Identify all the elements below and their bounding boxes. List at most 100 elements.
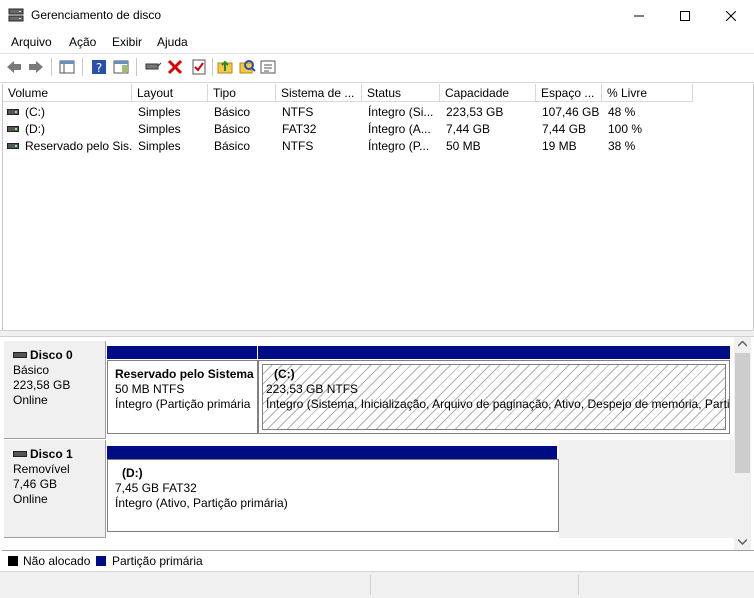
action-pane-icon[interactable] <box>112 58 130 76</box>
cell-tipo: Básico <box>214 122 251 136</box>
toolbar-separator <box>136 58 137 76</box>
disk-graphical-view: Disco 0 Básico 223,58 GB Online Reservad… <box>2 337 734 550</box>
svg-text:?: ? <box>96 61 102 75</box>
partition-d[interactable]: (D:) 7,45 GB FAT32 Íntegro (Ativo, Parti… <box>107 459 559 532</box>
legend-swatch-primary <box>96 556 106 566</box>
partition-status: Íntegro (Ativo, Partição primária) <box>115 496 288 510</box>
table-row[interactable]: Reservado pelo Sis... Simples Básico NTF… <box>3 138 753 155</box>
cell-tipo: Básico <box>214 139 251 153</box>
disk-0-name: Disco 0 <box>13 348 105 363</box>
partition-title: (D:) <box>122 466 143 480</box>
column-header-volume[interactable]: Volume <box>3 84 132 102</box>
maximize-icon <box>680 10 690 21</box>
minimize-button[interactable] <box>616 0 662 31</box>
back-arrow-icon[interactable] <box>5 58 23 76</box>
menu-acao[interactable]: Ação <box>69 35 96 49</box>
drive-icon <box>7 126 19 132</box>
cell-volume: (C:) <box>25 105 45 119</box>
cell-tipo: Básico <box>214 105 251 119</box>
legend-bar: Não alocado Partição primária <box>2 550 754 572</box>
partition-status: Íntegro (Sistema, Inicialização, Arquivo… <box>266 397 730 411</box>
drive-icon <box>7 109 19 115</box>
disk-0-type: Básico <box>13 363 50 377</box>
cell-volume: (D:) <box>25 122 45 136</box>
cell-sistema: NTFS <box>282 105 314 119</box>
partition-status: Íntegro (Partição primária <box>115 397 251 411</box>
menu-exibir[interactable]: Exibir <box>112 35 142 49</box>
disk-1-empty-area <box>559 440 734 538</box>
cell-volume: Reservado pelo Sis... <box>25 139 133 153</box>
table-row[interactable]: (C:) Simples Básico NTFS Íntegro (Si... … <box>3 104 753 121</box>
partition-bar <box>107 346 257 359</box>
toolbar-separator <box>212 58 213 76</box>
cell-espaco-livre: 7,44 GB <box>542 122 587 136</box>
disk-1-state: Online <box>13 492 48 506</box>
minimize-icon <box>634 15 644 16</box>
disk-0-state: Online <box>13 393 48 407</box>
menu-ajuda[interactable]: Ajuda <box>157 35 188 49</box>
column-header-tipo[interactable]: Tipo <box>208 84 276 102</box>
disk-1-type: Removível <box>13 462 70 476</box>
cell-capacidade: 7,44 GB <box>446 122 491 136</box>
cell-sistema: FAT32 <box>282 122 317 136</box>
legend-swatch-unallocated <box>8 556 18 566</box>
partition-size: 7,45 GB FAT32 <box>115 481 197 495</box>
scroll-up-icon[interactable] <box>738 341 747 347</box>
open-folder-icon[interactable] <box>216 58 234 76</box>
column-header-espaco-livre[interactable]: Espaço ... <box>536 84 602 102</box>
disk-1-size: 7,46 GB <box>13 477 58 491</box>
status-divider <box>578 575 579 595</box>
partition-title: (C:) <box>274 367 295 381</box>
forward-arrow-icon[interactable] <box>27 58 45 76</box>
cell-capacidade: 223,53 GB <box>446 105 504 119</box>
window-title: Gerenciamento de disco <box>31 8 162 22</box>
partition-size: 50 MB NTFS <box>115 382 185 396</box>
partition-c[interactable]: (C:) 223,53 GB NTFS Íntegro (Sistema, In… <box>258 360 730 434</box>
partition-title: Reservado pelo Sistema <box>115 367 254 381</box>
console-tree-icon[interactable] <box>58 58 76 76</box>
scroll-down-icon[interactable] <box>738 539 747 545</box>
close-button[interactable] <box>708 0 754 31</box>
menu-bar: Arquivo Ação Exibir Ajuda <box>0 31 754 53</box>
column-header-percent-livre[interactable]: % Livre <box>602 84 693 102</box>
cell-capacidade: 50 MB <box>446 139 481 153</box>
connect-drive-icon[interactable] <box>144 58 162 76</box>
column-header-layout[interactable]: Layout <box>132 84 208 102</box>
properties-icon[interactable] <box>190 58 208 76</box>
delete-icon[interactable] <box>166 58 184 76</box>
legend-label-unallocated: Não alocado <box>23 554 91 568</box>
settings-list-icon[interactable] <box>259 58 277 76</box>
help-icon[interactable]: ? <box>90 58 108 76</box>
column-header-capacidade[interactable]: Capacidade <box>440 84 536 102</box>
cell-percent-livre: 38 % <box>608 139 636 153</box>
column-header-sistema-de-arquivos[interactable]: Sistema de ... <box>276 84 362 102</box>
menu-arquivo[interactable]: Arquivo <box>11 35 52 49</box>
maximize-button[interactable] <box>662 0 708 31</box>
disk-1-label[interactable]: Disco 1 Removível 7,46 GB Online <box>4 440 106 538</box>
disk-management-app-icon <box>8 8 24 22</box>
pane-splitter[interactable] <box>0 330 754 337</box>
explore-icon[interactable] <box>238 58 256 76</box>
scrollbar-thumb[interactable] <box>735 353 750 473</box>
partition-bar <box>258 346 730 359</box>
disk-0-label[interactable]: Disco 0 Básico 223,58 GB Online <box>4 341 106 439</box>
cell-status: Íntegro (Si... <box>368 105 434 119</box>
partition-bar <box>107 446 557 459</box>
cell-espaco-livre: 19 MB <box>542 139 577 153</box>
toolbar: ? <box>0 53 754 83</box>
column-header-status[interactable]: Status <box>362 84 440 102</box>
cell-layout: Simples <box>138 105 181 119</box>
cell-status: Íntegro (P... <box>368 139 430 153</box>
cell-percent-livre: 48 % <box>608 105 636 119</box>
toolbar-separator <box>51 58 52 76</box>
drive-icon <box>7 143 19 149</box>
partition-size: 223,53 GB NTFS <box>266 382 359 396</box>
vertical-scrollbar[interactable] <box>734 337 751 550</box>
volume-list: Volume Layout Tipo Sistema de ... Status… <box>2 84 754 331</box>
cell-sistema: NTFS <box>282 139 314 153</box>
toolbar-separator <box>82 58 83 76</box>
status-bar <box>0 571 754 598</box>
partition-reservado[interactable]: Reservado pelo Sistema 50 MB NTFS Íntegr… <box>107 360 258 434</box>
legend-label-primary: Partição primária <box>112 554 203 568</box>
table-row[interactable]: (D:) Simples Básico FAT32 Íntegro (A... … <box>3 121 753 138</box>
